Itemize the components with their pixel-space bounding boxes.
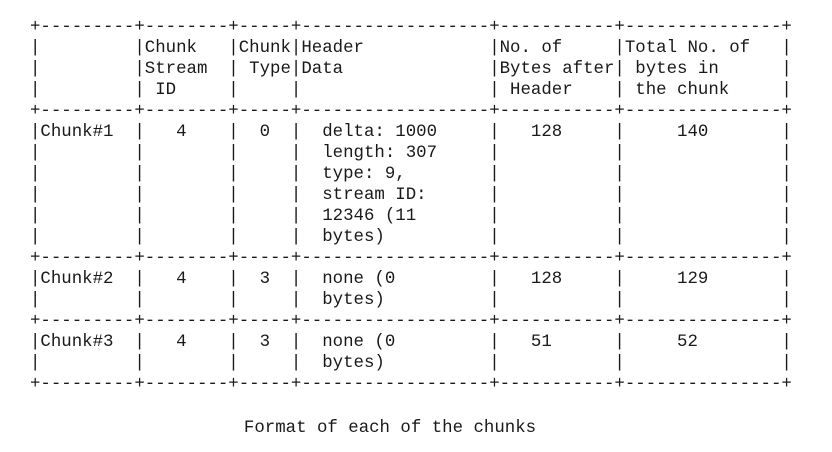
chunk-format-table: +---------+--------+-----+--------------… [30,18,792,394]
table-caption: Format of each of the chunks [243,419,537,438]
